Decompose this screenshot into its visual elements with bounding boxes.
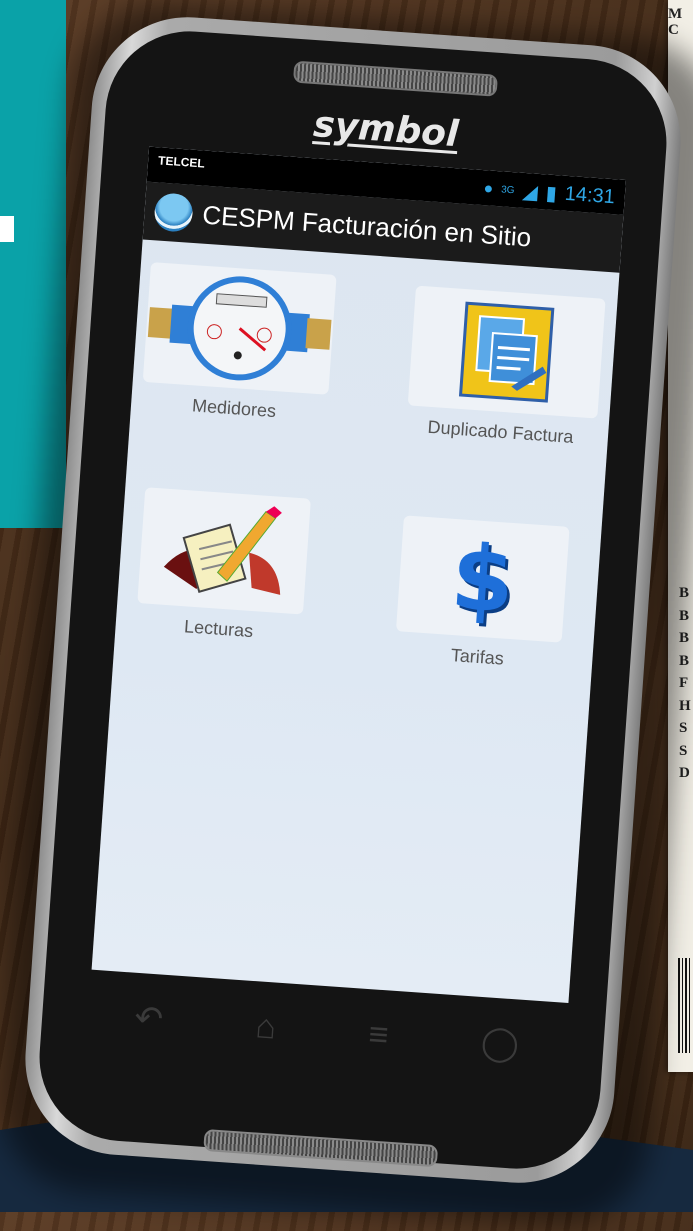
network-type: 3G: [500, 184, 515, 197]
clock: 14:31: [564, 182, 616, 209]
menu-item-lecturas[interactable]: Lecturas: [133, 487, 313, 646]
duplicate-invoice-icon: [407, 285, 606, 419]
white-marker: [0, 216, 14, 242]
paper-letter: D: [679, 765, 690, 781]
paper-top-letters: M C: [668, 6, 682, 38]
status-icons: ● 3G ◢ ▮ 14:31: [483, 176, 616, 210]
menu-item-medidores[interactable]: Medidores: [139, 262, 339, 426]
readings-pencil-icon: [137, 487, 311, 615]
app-logo-icon[interactable]: [153, 192, 194, 233]
paper-letter: S: [679, 720, 688, 736]
bluetooth-icon: ●: [482, 179, 494, 198]
dollar-sign-icon: $: [395, 515, 570, 643]
app-screen: TELCEL ● 3G ◢ ▮ 14:31 CESPM Facturación …: [91, 146, 626, 1004]
menu-icon[interactable]: ≡: [367, 1015, 389, 1055]
menu-item-label: Medidores: [191, 395, 277, 422]
battery-icon: ▮: [544, 182, 558, 206]
bottom-speaker-grille: [203, 1128, 439, 1168]
paper-letter: M: [668, 6, 683, 22]
paper-letter: C: [668, 22, 679, 38]
home-icon[interactable]: ⌂: [254, 1007, 277, 1047]
back-icon[interactable]: ↶: [133, 998, 164, 1040]
menu-item-label: Lecturas: [183, 616, 254, 642]
water-meter-icon: [142, 262, 337, 395]
top-speaker-grille: [292, 60, 498, 97]
menu-item-tarifas[interactable]: $ Tarifas: [392, 515, 572, 674]
menu-item-label: Duplicado Factura: [427, 416, 575, 447]
menu-item-label: Tarifas: [450, 644, 505, 669]
phone-face: symbol TELCEL ● 3G ◢ ▮ 14:31 CESPM Factu…: [33, 25, 673, 1175]
barcode: [678, 958, 692, 1053]
app-title: CESPM Facturación en Sitio: [201, 199, 533, 253]
carrier-name: TELCEL: [157, 153, 206, 171]
paper-letter: S: [679, 742, 688, 759]
signal-icon: ◢: [521, 180, 539, 204]
menu-item-duplicado-factura[interactable]: Duplicado Factura: [398, 285, 613, 450]
paper-letter: H: [679, 697, 691, 714]
search-icon[interactable]: ◯: [480, 1022, 521, 1065]
phone-device: symbol TELCEL ● 3G ◢ ▮ 14:31 CESPM Factu…: [18, 10, 688, 1190]
